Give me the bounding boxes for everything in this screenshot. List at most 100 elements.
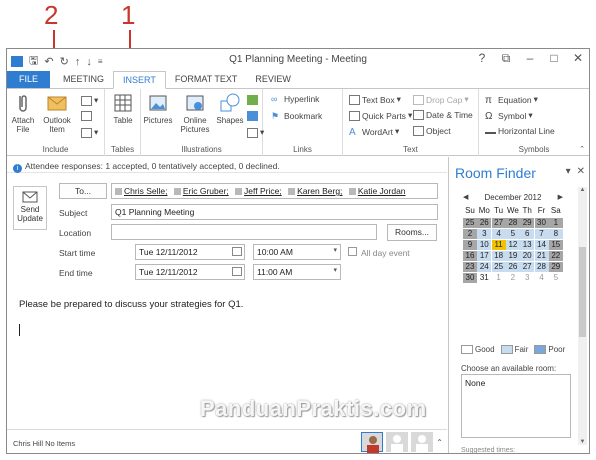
calendar-day[interactable]: 15 [548,240,563,250]
all-day-event-checkbox[interactable] [348,247,357,256]
drop-cap-button[interactable]: Drop Cap ▾ [413,94,469,105]
calendar-day[interactable]: 8 [548,229,563,239]
calendar-day[interactable]: 16 [463,251,477,261]
attendee-picture[interactable] [386,432,409,452]
calendar-insert-button[interactable] [81,111,92,121]
calendar-day[interactable]: 9 [463,240,477,250]
calendar-day[interactable]: 30 [534,218,549,228]
tab-file[interactable]: FILE [7,71,51,89]
chart-button[interactable] [247,111,258,121]
calendar-day[interactable]: 24 [477,262,492,272]
attendee-picture[interactable] [361,432,384,453]
calendar-day[interactable]: 12 [505,240,520,250]
wordart-button[interactable]: A WordArt ▾ [349,126,399,138]
calendar-day[interactable]: 10 [477,240,492,250]
calendar-day[interactable]: 18 [491,251,506,261]
message-body-text[interactable]: Please be prepared to discuss your strat… [19,299,243,310]
calendar-day[interactable]: 25 [491,262,506,272]
calendar-day[interactable]: 28 [505,218,520,228]
scroll-up-icon[interactable]: ▲ [578,187,587,193]
calendar-day[interactable]: 25 [463,218,477,228]
horizontal-line-button[interactable]: Horizontal Line [485,126,555,136]
room-list-item[interactable]: None [465,378,567,388]
attendee-chip[interactable]: Katie Jordan [348,186,406,196]
smartart-button[interactable] [247,95,258,105]
signature-button[interactable]: ▾ [81,127,98,138]
send-update-button[interactable]: Send Update [13,186,47,230]
calendar-day[interactable]: 3 [520,273,534,283]
next-month-icon[interactable]: ▶ [558,193,563,201]
calendar-day[interactable]: 30 [463,273,477,283]
object-button[interactable]: Object [413,126,451,136]
end-date-calendar-icon[interactable] [232,267,242,276]
calendar-day[interactable]: 17 [477,251,492,261]
attendee-chip[interactable]: Eric Gruber; [173,186,229,196]
calendar-day[interactable]: 29 [520,218,535,228]
minimize-button[interactable]: – [523,51,537,66]
attendee-chip[interactable]: Karen Berg; [288,186,342,196]
calendar-day[interactable]: 19 [505,251,520,261]
ribbon-display-button[interactable]: ⧉ [499,51,513,66]
subject-input[interactable]: Q1 Planning Meeting [111,204,438,220]
calendar-day[interactable]: 5 [505,229,520,239]
start-date-calendar-icon[interactable] [232,247,242,256]
to-field[interactable]: Chris Selle; Eric Gruber; Jeff Price; Ka… [111,183,438,199]
calendar-day[interactable]: 4 [535,273,549,283]
collapse-ribbon-icon[interactable]: ⌃ [579,145,585,153]
scroll-down-icon[interactable]: ▼ [578,439,587,445]
table-button[interactable]: Table [109,92,137,125]
tab-review[interactable]: REVIEW [246,71,300,89]
calendar-day[interactable]: 31 [477,273,491,283]
help-button[interactable]: ? [475,51,489,66]
start-date-input[interactable]: Tue 12/11/2012 [135,244,245,260]
screenshot-button[interactable]: ▾ [247,127,264,138]
calendar-day[interactable]: 21 [534,251,549,261]
quick-parts-button[interactable]: Quick Parts ▾ [349,110,412,121]
calendar-day[interactable]: 26 [505,262,520,272]
calendar-day[interactable]: 20 [520,251,535,261]
previous-month-icon[interactable]: ◀ [463,193,468,201]
calendar-day[interactable]: 22 [548,251,563,261]
tab-format-text[interactable]: FORMAT TEXT [166,71,247,89]
calendar-day[interactable]: 23 [463,262,477,272]
attendee-chip[interactable]: Jeff Price; [235,186,282,196]
calendar-day[interactable]: 3 [477,229,492,239]
calendar-day[interactable]: 7 [534,229,549,239]
start-time-input[interactable]: 10:00 AM ▾ [253,244,341,260]
room-list[interactable]: None [461,374,571,438]
equation-button[interactable]: π Equation ▾ [485,94,538,106]
pictures-button[interactable]: Pictures [143,92,173,125]
calendar-day[interactable]: 11 [491,240,506,250]
tab-insert[interactable]: INSERT [113,71,166,89]
attendee-picture[interactable] [411,432,434,452]
calendar-day[interactable]: 1 [548,218,563,228]
expand-people-pane-icon[interactable]: ⌃ [436,438,443,447]
end-date-input[interactable]: Tue 12/11/2012 [135,264,245,280]
online-pictures-button[interactable]: Online Pictures [175,92,215,134]
tab-meeting[interactable]: MEETING [54,71,113,89]
calendar-day[interactable]: 27 [491,218,506,228]
start-time-dropdown-icon[interactable]: ▾ [333,246,337,254]
close-button[interactable]: ✕ [571,51,585,66]
end-time-input[interactable]: 11:00 AM ▾ [253,264,341,280]
calendar-day[interactable]: 4 [491,229,506,239]
calendar-day[interactable]: 14 [534,240,549,250]
maximize-button[interactable]: □ [547,51,561,66]
pane-options-icon[interactable]: ▾ [566,166,571,177]
calendar-day[interactable]: 1 [492,273,506,283]
calendar-day[interactable]: 2 [463,229,477,239]
outlook-item-button[interactable]: Outlook Item [39,92,75,134]
rooms-button[interactable]: Rooms... [387,224,437,241]
location-input[interactable] [111,224,377,240]
symbol-button[interactable]: Ω Symbol ▾ [485,110,533,122]
calendar-day[interactable]: 13 [520,240,535,250]
pane-close-icon[interactable]: ✕ [577,166,585,177]
bookmark-button[interactable]: ⚑ Bookmark [271,111,322,121]
scroll-thumb[interactable] [579,247,586,337]
calendar-day[interactable]: 5 [549,273,563,283]
calendar-day[interactable]: 2 [506,273,520,283]
attach-file-button[interactable]: Attach File [9,92,37,134]
attendee-chip[interactable]: Chris Selle; [115,186,167,196]
calendar-day[interactable]: 6 [520,229,535,239]
hyperlink-button[interactable]: ∞ Hyperlink [271,94,319,104]
